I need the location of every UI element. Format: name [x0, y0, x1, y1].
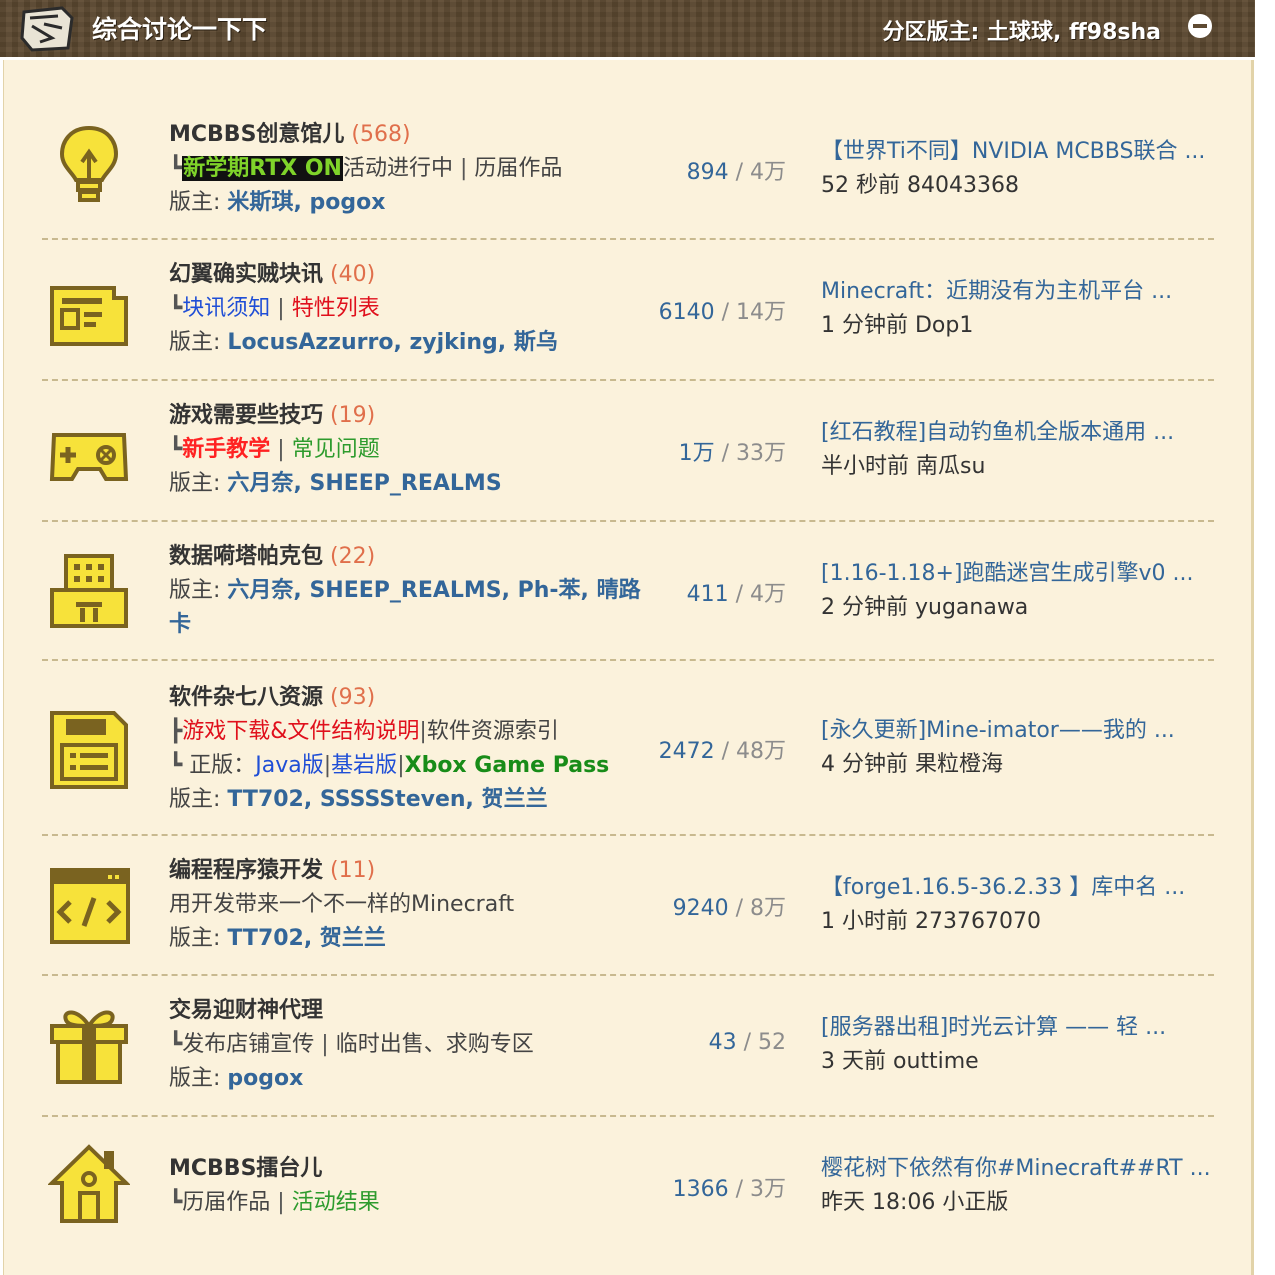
moderator-link[interactable]: 斯乌 [514, 330, 558, 355]
forum-today-count: (19) [330, 403, 376, 428]
forum-today-count: (568) [351, 122, 411, 147]
last-post-meta: 2 分钟前 yuganawa [821, 595, 1029, 620]
subforum-link[interactable]: 游戏下载&文件结构说明 [182, 719, 419, 744]
moderator-link[interactable]: SSSSSteven [320, 787, 466, 812]
last-post-meta: 52 秒前 84043368 [821, 173, 1019, 198]
subforum-link[interactable]: 临时出售、求购专区 [336, 1032, 534, 1057]
news-card-icon[interactable] [48, 274, 130, 358]
scroll-map-icon [20, 6, 74, 52]
moderator-link[interactable]: SHEEP_REALMS [309, 471, 501, 496]
last-post-title[interactable]: [永久更新]Mine-imator——我的 ... [821, 714, 1211, 748]
forum-stats: 1366 / 3万 [672, 1177, 786, 1202]
gamepad-icon[interactable] [48, 409, 130, 493]
package-printer-icon[interactable] [48, 550, 130, 634]
forum-name[interactable]: 编程程序猿开发 [169, 858, 323, 883]
moderator-link[interactable]: TT702 [227, 926, 303, 951]
forum-description: 用开发带来一个不一样的Minecraft [169, 892, 515, 917]
forum-name[interactable]: 幻翼确实贼块讯 [169, 262, 323, 287]
forum-row: MCBBS擂台儿 ┗历届作品 | 活动结果 1366 / 3万 樱花树下依然有你… [42, 1117, 1214, 1257]
subforum-link[interactable]: 发布店铺宣传 [182, 1032, 314, 1057]
section-title: 综合讨论一下下 [92, 15, 268, 44]
moderator-link[interactable]: 贺兰兰 [320, 926, 386, 951]
moderator-link[interactable]: zyjking [410, 330, 498, 355]
section-header: 综合讨论一下下 分区版主: 土球球, ff98sha [0, 0, 1255, 57]
subforum-link[interactable]: 特性列表 [292, 296, 380, 321]
forum-today-count: (11) [330, 858, 376, 883]
subforum-link[interactable]: 活动结果 [292, 1190, 380, 1215]
code-window-icon[interactable] [48, 866, 130, 950]
forum-row: 幻翼确实贼块讯 (40) ┗块讯须知 | 特性列表 版主: LocusAzzur… [42, 240, 1214, 381]
moderator-link[interactable]: 米斯琪 [227, 190, 293, 215]
forum-stats: 411 / 4万 [686, 582, 786, 607]
subforum-link[interactable]: 基岩版 [331, 753, 397, 778]
moderator-link[interactable]: pogox [309, 190, 385, 215]
last-post-title[interactable]: Minecraft：近期没有为主机平台 ... [821, 275, 1211, 309]
moderator-link[interactable]: 六月奈, SHEEP_REALMS, Ph-苯, 晴路 [227, 578, 640, 603]
forum-name[interactable]: MCBBS擂台儿 [169, 1156, 322, 1181]
last-post-meta: 4 分钟前 果粒橙海 [821, 752, 1003, 777]
subforum-link[interactable]: 新学期RTX ON [182, 156, 343, 181]
forum-stats: 6140 / 14万 [658, 300, 786, 325]
forum-stats: 2472 / 48万 [658, 739, 786, 764]
forum-row: 交易迎财神代理 ┗发布店铺宣传 | 临时出售、求购专区 版主: pogox 43… [42, 976, 1214, 1117]
forum-stats: 1万 / 33万 [678, 441, 786, 466]
last-post-title[interactable]: 樱花树下依然有你#Minecraft##RT ... [821, 1152, 1211, 1186]
forum-stats: 894 / 4万 [686, 160, 786, 185]
subforum-link[interactable]: 历届作品 [182, 1190, 270, 1215]
subforum-link[interactable]: 新手教学 [182, 437, 270, 462]
subforum-link[interactable]: 块讯须知 [182, 296, 270, 321]
last-post-title[interactable]: 【forge1.16.5-36.2.33 】库中名 ... [821, 871, 1211, 905]
last-post-title[interactable]: 【世界Ti不同】NVIDIA MCBBS联合 ... [821, 135, 1211, 169]
forum-today-count: (93) [330, 685, 376, 710]
section-moderators: 分区版主: 土球球, ff98sha [882, 20, 1161, 45]
subforum-link[interactable]: Java版 [255, 753, 323, 778]
forum-row: MCBBS创意馆儿 (568) ┗新学期RTX ON活动进行中 | 历届作品 版… [42, 60, 1214, 240]
subforum-link[interactable]: Xbox Game Pass [405, 753, 610, 778]
forum-name[interactable]: 交易迎财神代理 [169, 998, 323, 1023]
forum-row: 编程程序猿开发 (11) 用开发带来一个不一样的Minecraft 版主: TT… [42, 836, 1214, 976]
forum-today-count: (22) [330, 544, 376, 569]
moderator-link[interactable]: LocusAzzurro [227, 330, 393, 355]
lightbulb-icon[interactable] [48, 122, 130, 206]
forum-name[interactable]: 游戏需要些技巧 [169, 403, 323, 428]
forum-row: 数据嗬塔帕克包 (22) 版主: 六月奈, SHEEP_REALMS, Ph-苯… [42, 522, 1214, 661]
forum-stats: 9240 / 8万 [672, 896, 786, 921]
forum-name[interactable]: 数据嗬塔帕克包 [169, 544, 323, 569]
gift-box-icon[interactable] [48, 1004, 130, 1088]
moderator-link[interactable]: pogox [227, 1066, 303, 1091]
last-post-meta: 昨天 18:06 小正版 [821, 1190, 1009, 1215]
forum-today-count: (40) [330, 262, 376, 287]
forum-stats: 43 / 52 [708, 1030, 786, 1055]
moderator-link[interactable]: TT702 [227, 787, 303, 812]
forum-row: 软件杂七八资源 (93) ┣游戏下载&文件结构说明|软件资源索引 ┗ 正版：Ja… [42, 661, 1214, 836]
floppy-disk-icon[interactable] [48, 709, 130, 793]
forum-row: 游戏需要些技巧 (19) ┗新手教学 | 常见问题 版主: 六月奈, SHEEP… [42, 381, 1214, 522]
forum-list-panel: MCBBS创意馆儿 (568) ┗新学期RTX ON活动进行中 | 历届作品 版… [3, 60, 1254, 1275]
house-icon[interactable] [48, 1143, 130, 1227]
collapse-button[interactable] [1188, 14, 1212, 38]
moderator-link[interactable]: 贺兰兰 [482, 787, 548, 812]
moderator-link[interactable]: 六月奈 [227, 471, 293, 496]
last-post-title[interactable]: [红石教程]自动钓鱼机全版本通用 ... [821, 416, 1211, 450]
last-post-title[interactable]: [1.16-1.18+]跑酷迷宫生成引擎v0 ... [821, 557, 1211, 591]
last-post-meta: 3 天前 outtime [821, 1049, 979, 1074]
last-post-title[interactable]: [服务器出租]时光云计算 —— 轻 ... [821, 1011, 1211, 1045]
subforum-link[interactable]: 活动进行中 [343, 156, 453, 181]
moderator-link[interactable]: 卡 [169, 612, 191, 637]
last-post-meta: 1 小时前 273767070 [821, 909, 1041, 934]
subforum-link[interactable]: 软件资源索引 [427, 719, 559, 744]
last-post-meta: 1 分钟前 Dop1 [821, 313, 974, 338]
forum-name[interactable]: 软件杂七八资源 [169, 685, 323, 710]
forum-name[interactable]: MCBBS创意馆儿 [169, 122, 344, 147]
last-post-meta: 半小时前 南瓜su [821, 454, 986, 479]
subforum-link[interactable]: 历届作品 [474, 156, 562, 181]
subforum-link[interactable]: 常见问题 [292, 437, 380, 462]
